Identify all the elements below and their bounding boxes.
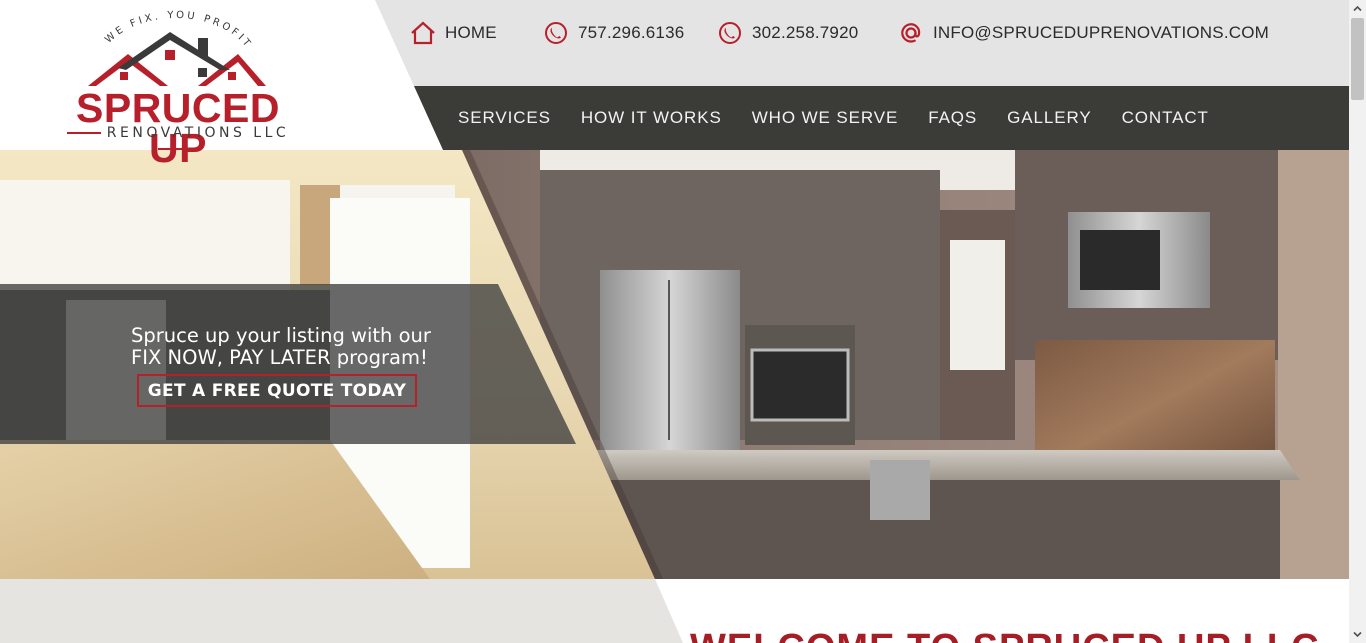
phone-link-secondary[interactable]: 302.258.7920 [717, 20, 858, 46]
phone-number-2: 302.258.7920 [752, 23, 859, 42]
nav-how-it-works[interactable]: HOW IT WORKS [581, 108, 722, 128]
phone-icon [543, 20, 569, 46]
free-quote-button[interactable]: GET A FREE QUOTE TODAY [137, 374, 417, 407]
nav-who-we-serve[interactable]: WHO WE SERVE [752, 108, 899, 128]
promo-line-2: FIX NOW, PAY LATER program! [131, 346, 428, 369]
home-icon [410, 20, 436, 46]
nav-services[interactable]: SERVICES [458, 108, 551, 128]
promo-text: Spruce up your listing with our FIX NOW,… [131, 325, 431, 369]
nav-gallery[interactable]: GALLERY [1007, 108, 1091, 128]
nav-faqs[interactable]: FAQS [928, 108, 977, 128]
home-link[interactable]: HOME [410, 20, 497, 46]
main-nav: SERVICES HOW IT WORKS WHO WE SERVE FAQS … [458, 86, 1239, 150]
home-label: HOME [445, 23, 497, 42]
hero-banner: Spruce up your listing with our FIX NOW,… [0, 150, 1349, 579]
email-link[interactable]: INFO@SPRUCEDUPRENOVATIONS.COM [898, 20, 1269, 46]
phone-link-primary[interactable]: 757.296.6136 [543, 20, 684, 46]
phone-icon [717, 20, 743, 46]
phone-number-1: 757.296.6136 [578, 23, 685, 42]
logo-house-graphic: WE FIX. YOU PROFIT. [48, 8, 266, 86]
logo-tagline: WE FIX. YOU PROFIT. [48, 8, 250, 50]
email-address: INFO@SPRUCEDUPRENOVATIONS.COM [933, 23, 1270, 42]
scroll-down-arrow-icon[interactable] [1353, 630, 1362, 639]
page-scrollbar[interactable] [1349, 0, 1366, 643]
site-logo[interactable]: WE FIX. YOU PROFIT. SPRUCED UP RENOVATIO… [48, 8, 308, 169]
welcome-section: WELCOME TO SPRUCED UP LLC [0, 579, 1349, 643]
scrollbar-thumb[interactable] [1351, 18, 1364, 100]
logo-subtitle: RENOVATIONS LLC [48, 125, 302, 157]
nav-contact[interactable]: CONTACT [1122, 108, 1209, 128]
welcome-heading: WELCOME TO SPRUCED UP LLC [690, 627, 1320, 643]
svg-text:WE FIX. YOU PROFIT.: WE FIX. YOU PROFIT. [48, 8, 253, 50]
promo-line-1: Spruce up your listing with our [131, 324, 431, 347]
logo-subtitle-text: RENOVATIONS LLC [106, 125, 290, 141]
scroll-up-arrow-icon[interactable] [1353, 4, 1362, 13]
at-icon [898, 20, 924, 46]
